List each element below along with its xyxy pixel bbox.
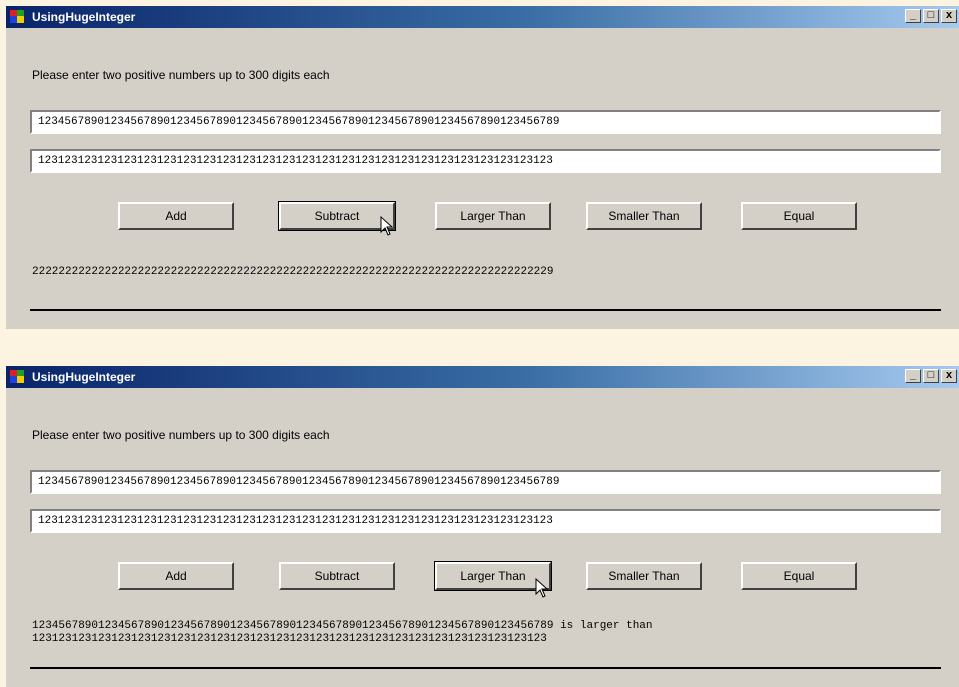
first-number-input[interactable]: 1234567890123456789012345678901234567890… [30,110,941,134]
instruction-label: Please enter two positive numbers up to … [32,428,330,442]
window-title: UsingHugeInteger [32,10,136,24]
mouse-pointer-icon [535,578,549,598]
divider [30,309,941,311]
smaller-than-button[interactable]: Smaller Than [586,202,702,230]
hugeinteger-window-larger-than: UsingHugeInteger _ □ x Please enter two … [6,366,959,687]
equal-button[interactable]: Equal [741,562,857,590]
hugeinteger-window-subtract: UsingHugeInteger _ □ x Please enter two … [6,6,959,329]
add-button[interactable]: Add [118,202,234,230]
title-bar[interactable]: UsingHugeInteger _ □ x [6,366,959,388]
close-button[interactable]: x [941,369,957,383]
result-line-2: 1231231231231231231231231231231231231231… [32,633,547,645]
subtract-button[interactable]: Subtract [278,201,396,231]
maximize-button[interactable]: □ [923,9,939,23]
close-button[interactable]: x [941,9,957,23]
larger-than-button[interactable]: Larger Than [434,561,552,591]
app-icon [10,370,26,384]
equal-button[interactable]: Equal [741,202,857,230]
result-line-1: 1234567890123456789012345678901234567890… [32,620,653,632]
instruction-label: Please enter two positive numbers up to … [32,68,330,82]
maximize-button[interactable]: □ [923,369,939,383]
second-number-input[interactable]: 1231231231231231231231231231231231231231… [30,149,941,173]
minimize-button[interactable]: _ [905,369,921,383]
title-bar[interactable]: UsingHugeInteger _ □ x [6,6,959,28]
app-icon [10,10,26,24]
subtract-button[interactable]: Subtract [279,562,395,590]
minimize-button[interactable]: _ [905,9,921,23]
divider [30,667,941,669]
mouse-pointer-icon [380,216,394,236]
result-label: 1234567890123456789012345678901234567890… [32,620,653,646]
add-button[interactable]: Add [118,562,234,590]
second-number-input[interactable]: 1231231231231231231231231231231231231231… [30,509,941,533]
smaller-than-button[interactable]: Smaller Than [586,562,702,590]
larger-than-button[interactable]: Larger Than [435,202,551,230]
result-label: 2222222222222222222222222222222222222222… [32,266,554,278]
first-number-input[interactable]: 1234567890123456789012345678901234567890… [30,470,941,494]
window-title: UsingHugeInteger [32,370,136,384]
